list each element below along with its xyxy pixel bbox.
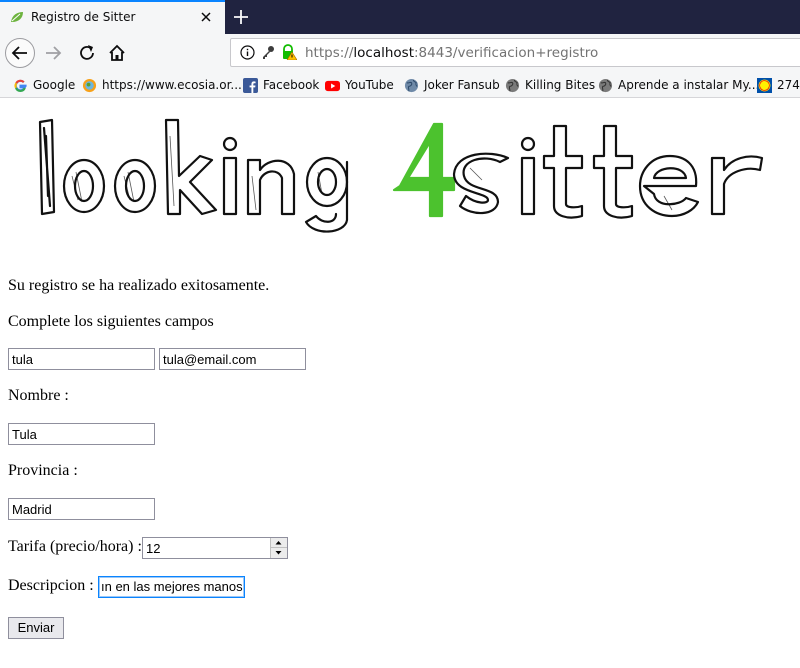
forward-icon[interactable] [40, 38, 70, 68]
bookmark-label: Google [33, 78, 76, 92]
tarifa-number-input[interactable]: 12 [142, 537, 288, 559]
home-icon[interactable] [102, 38, 132, 68]
bookmark-label: 2742 [777, 78, 800, 92]
descripcion-input[interactable]: ın en las mejores manos [98, 576, 245, 598]
google-icon [14, 79, 27, 92]
url-path: :8443/verificacion+registro [414, 45, 599, 61]
url-host: localhost [353, 45, 414, 61]
globe-icon [505, 78, 520, 92]
active-tab[interactable]: Registro de Sitter [0, 0, 225, 34]
info-icon[interactable] [240, 45, 255, 60]
email-input[interactable] [159, 348, 306, 370]
bookmark-lidl[interactable]: 2742 [757, 76, 800, 94]
bookmark-label: Joker Fansub [424, 78, 500, 92]
tab-strip: Registro de Sitter [0, 0, 800, 34]
spin-up-icon[interactable] [271, 538, 287, 548]
bookmark-label: Facebook [263, 78, 320, 92]
navigation-toolbar: https://localhost:8443/verificacion+regi… [0, 34, 800, 72]
bookmark-label: YouTube [345, 78, 394, 92]
spin-down-icon[interactable] [271, 548, 287, 558]
globe-icon [404, 78, 419, 92]
bookmark-label: Killing Bites [525, 78, 596, 92]
instructions-text: Complete los siguientes campos [8, 313, 214, 330]
bookmark-killing-bites[interactable]: Killing Bites [505, 76, 595, 94]
arrow-left-icon [11, 46, 27, 60]
new-tab-icon[interactable] [232, 8, 250, 26]
success-message: Su registro se ha realizado exitosamente… [8, 277, 270, 294]
descripcion-value: ın en las mejores manos [101, 579, 243, 594]
url-scheme: https:// [305, 45, 354, 61]
bookmark-label: https://www.ecosia.or... [102, 78, 242, 92]
address-bar[interactable]: https://localhost:8443/verificacion+regi… [230, 38, 800, 67]
looking4sitter-logo [38, 118, 764, 233]
bookmarks-toolbar: Google https://www.ecosia.or... Facebook… [0, 72, 800, 98]
username-input[interactable] [8, 348, 155, 370]
bookmark-joker-fansub[interactable]: Joker Fansub [404, 76, 500, 94]
url-text[interactable]: https://localhost:8443/verificacion+regi… [305, 45, 598, 61]
ecosia-icon [82, 78, 97, 92]
page-content: Su registro se ha realizado exitosamente… [0, 98, 800, 668]
bookmark-google[interactable]: Google [13, 76, 75, 94]
lidl-icon [757, 77, 772, 93]
provincia-label: Provincia : [8, 462, 78, 479]
tarifa-spinner[interactable] [270, 538, 287, 558]
bookmark-aprende-instalar[interactable]: Aprende a instalar My... [598, 76, 759, 94]
tarifa-value: 12 [146, 541, 161, 556]
bookmark-ecosia[interactable]: https://www.ecosia.or... [82, 76, 242, 94]
tab-title: Registro de Sitter [31, 10, 136, 24]
bookmark-youtube[interactable]: YouTube [325, 76, 394, 94]
back-button[interactable] [5, 38, 35, 68]
youtube-icon [325, 80, 340, 91]
facebook-icon [243, 77, 258, 93]
bookmark-label: Aprende a instalar My... [618, 78, 760, 92]
provincia-input[interactable] [8, 498, 155, 520]
key-icon[interactable] [261, 45, 275, 60]
descripcion-label: Descripcion : [8, 577, 94, 594]
leaf-icon [11, 12, 23, 22]
nombre-input[interactable] [8, 423, 155, 445]
close-tab-icon[interactable] [198, 9, 214, 25]
bookmark-facebook[interactable]: Facebook [243, 76, 319, 94]
reload-icon[interactable] [72, 38, 102, 68]
nombre-label: Nombre : [8, 387, 69, 404]
tarifa-label: Tarifa (precio/hora) : [8, 538, 142, 555]
lock-warning-icon[interactable] [281, 44, 297, 60]
enviar-button[interactable]: Enviar [8, 617, 64, 639]
globe-icon [598, 78, 613, 92]
